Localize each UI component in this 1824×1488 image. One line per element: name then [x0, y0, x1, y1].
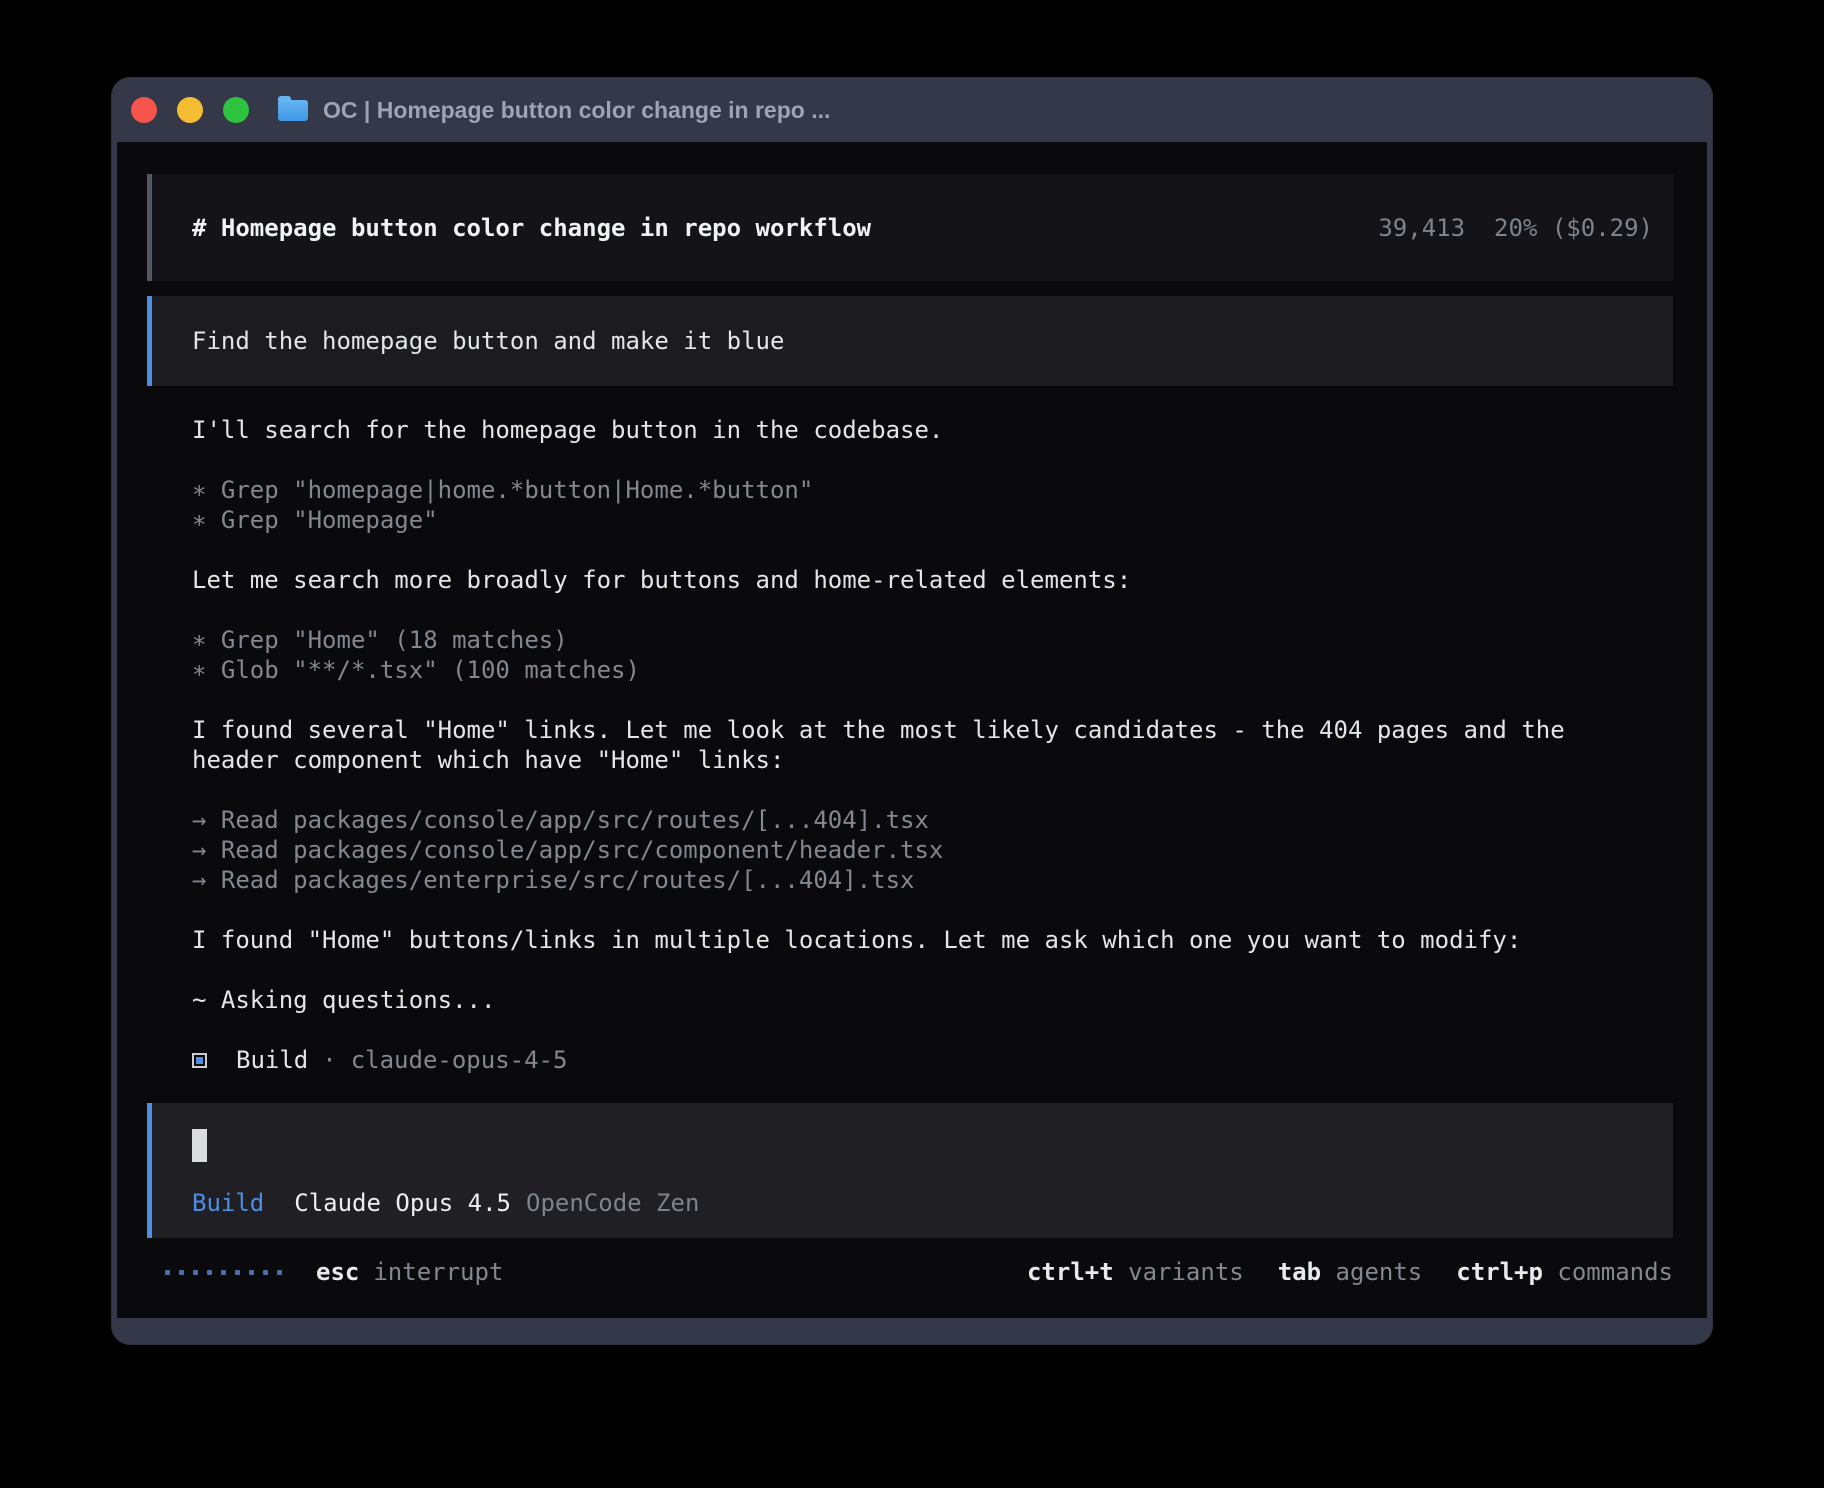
transcript-line — [192, 1015, 1673, 1045]
transcript-line: ∗ Grep "Homepage" — [192, 505, 1673, 535]
spinner-dot — [179, 1270, 184, 1275]
folder-icon — [278, 100, 308, 121]
transcript-line: → Read packages/console/app/src/componen… — [192, 835, 1673, 865]
input-provider-label: OpenCode Zen — [526, 1188, 699, 1218]
input-model-label: Claude Opus 4.5 — [294, 1188, 511, 1218]
transcript-line — [192, 685, 1673, 715]
shortcut-hint: ctrl+t variants — [1027, 1254, 1244, 1290]
transcript-line: I'll search for the homepage button in t… — [192, 415, 1673, 445]
transcript-line: → Read packages/console/app/src/routes/[… — [192, 805, 1673, 835]
shortcut-hint: ctrl+p commands — [1456, 1254, 1673, 1290]
close-button[interactable] — [131, 97, 157, 123]
spinner-dot — [235, 1270, 240, 1275]
transcript-line — [192, 955, 1673, 985]
transcript: I'll search for the homepage button in t… — [192, 415, 1673, 1045]
transcript-line: → Read packages/enterprise/src/routes/[.… — [192, 865, 1673, 895]
spinner-dot — [277, 1270, 282, 1275]
status-bar: esc interrupt ctrl+t variantstab agentsc… — [147, 1254, 1673, 1290]
agent-status-line: Build · claude-opus-4-5 — [192, 1045, 1707, 1075]
minimize-button[interactable] — [177, 97, 203, 123]
spinner-dot — [165, 1270, 170, 1275]
transcript-line: ~ Asking questions... — [192, 985, 1673, 1015]
transcript-line: ∗ Glob "**/*.tsx" (100 matches) — [192, 655, 1673, 685]
session-title: # Homepage button color change in repo w… — [192, 214, 871, 242]
token-count: 39,413 — [1378, 214, 1465, 242]
window-title: OC | Homepage button color change in rep… — [323, 97, 830, 124]
shortcut-hints: ctrl+t variants tab agents ctrl+p commands — [1027, 1254, 1673, 1290]
transcript-line: I found "Home" buttons/links in multiple… — [192, 925, 1673, 955]
esc-key-hint: esc — [316, 1254, 359, 1290]
agent-build-icon — [192, 1053, 207, 1068]
transcript-line — [192, 445, 1673, 475]
transcript-line: I found several "Home" links. Let me loo… — [192, 715, 1673, 745]
shortcut-hint: tab agents — [1278, 1254, 1423, 1290]
terminal-content: # Homepage button color change in repo w… — [117, 142, 1707, 1318]
text-cursor[interactable] — [192, 1129, 207, 1162]
transcript-line: header component which have "Home" links… — [192, 745, 1673, 775]
spinner-dot — [207, 1270, 212, 1275]
agent-build-icon-fill — [196, 1057, 203, 1064]
esc-action-label: interrupt — [373, 1254, 503, 1290]
transcript-line — [192, 895, 1673, 925]
spinner-dot — [263, 1270, 268, 1275]
agent-name: Build — [236, 1046, 308, 1074]
spinner-dots — [165, 1270, 282, 1275]
prompt-input[interactable]: Build Claude Opus 4.5 OpenCode Zen — [147, 1103, 1673, 1238]
agent-separator-dot: · — [322, 1046, 336, 1074]
transcript-line: Let me search more broadly for buttons a… — [192, 565, 1673, 595]
window-titlebar[interactable]: OC | Homepage button color change in rep… — [117, 78, 1707, 142]
transcript-line — [192, 775, 1673, 805]
session-header: # Homepage button color change in repo w… — [147, 174, 1673, 281]
terminal-window: OC | Homepage button color change in rep… — [112, 78, 1712, 1344]
transcript-line: ∗ Grep "homepage|home.*button|Home.*butt… — [192, 475, 1673, 505]
spinner-dot — [249, 1270, 254, 1275]
transcript-line — [192, 595, 1673, 625]
transcript-line — [192, 535, 1673, 565]
spinner-dot — [221, 1270, 226, 1275]
user-message: Find the homepage button and make it blu… — [147, 296, 1673, 386]
traffic-lights — [131, 97, 249, 123]
session-stats: 39,413 20% ($0.29) — [1378, 214, 1653, 242]
input-agent-label: Build — [192, 1188, 264, 1218]
user-message-text: Find the homepage button and make it blu… — [192, 327, 784, 355]
status-bar-left: esc interrupt — [147, 1254, 503, 1290]
fullscreen-button[interactable] — [223, 97, 249, 123]
input-status-line: Build Claude Opus 4.5 OpenCode Zen — [192, 1188, 1653, 1218]
spinner-dot — [193, 1270, 198, 1275]
transcript-line: ∗ Grep "Home" (18 matches) — [192, 625, 1673, 655]
context-usage-cost: 20% ($0.29) — [1494, 214, 1653, 242]
agent-model-name: claude-opus-4-5 — [351, 1046, 568, 1074]
